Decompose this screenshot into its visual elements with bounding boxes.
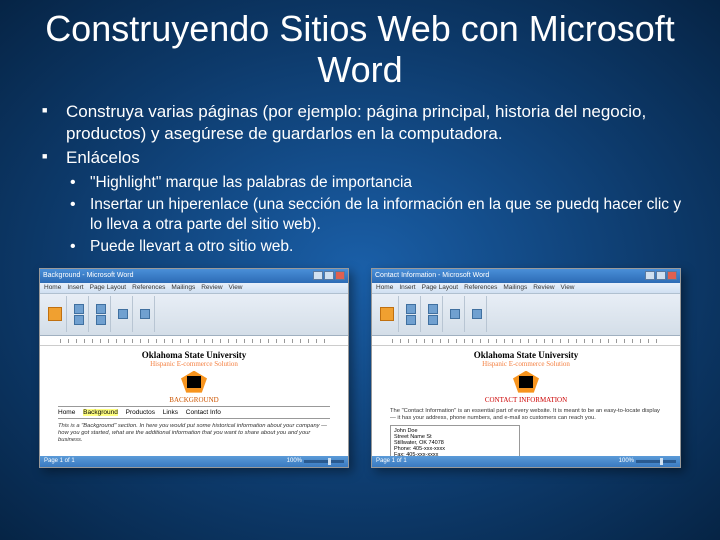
doc-section: BACKGROUND [58, 396, 330, 404]
window-controls [313, 271, 345, 280]
titlebar: Contact Information - Microsoft Word [372, 269, 680, 283]
nav-home: Home [58, 409, 75, 416]
window-controls [645, 271, 677, 280]
bullet-1: Construya varias páginas (por ejemplo: p… [40, 101, 690, 145]
nav-links: Links [163, 409, 178, 416]
doc-heading: Oklahoma State University [390, 350, 662, 360]
tab-mailings[interactable]: Mailings [171, 284, 195, 291]
styles-icon[interactable] [118, 309, 128, 319]
doc-nav: Home Background Productos Links Contact … [58, 406, 330, 419]
find-icon[interactable] [140, 309, 150, 319]
status-page: Page 1 of 1 [44, 458, 75, 464]
nav-productos: Productos [126, 409, 155, 416]
ribbon-tabs: Home Insert Page Layout References Maili… [372, 283, 680, 294]
bold-icon[interactable] [406, 315, 416, 325]
tab-references[interactable]: References [464, 284, 497, 291]
slide-title: Construyendo Sitios Web con Microsoft Wo… [0, 0, 720, 101]
find-icon[interactable] [472, 309, 482, 319]
tab-home[interactable]: Home [44, 284, 61, 291]
zoom-control[interactable]: 100% [619, 458, 676, 464]
font-icon[interactable] [74, 304, 84, 314]
word-window-right: Contact Information - Microsoft Word Hom… [371, 268, 681, 468]
status-bar: Page 1 of 1 100% [372, 456, 680, 467]
list-icon[interactable] [428, 315, 438, 325]
ribbon-tabs: Home Insert Page Layout References Maili… [40, 283, 348, 294]
tab-review[interactable]: Review [533, 284, 554, 291]
paste-icon[interactable] [380, 307, 394, 321]
ribbon [40, 294, 348, 336]
sub-bullet-1: "Highlight" marque las palabras de impor… [70, 173, 690, 193]
word-window-left: Background - Microsoft Word Home Insert … [39, 268, 349, 468]
tab-references[interactable]: References [132, 284, 165, 291]
document-area: Oklahoma State University Hispanic E-com… [372, 346, 680, 456]
close-icon[interactable] [335, 271, 345, 280]
minimize-icon[interactable] [313, 271, 323, 280]
tab-insert[interactable]: Insert [67, 284, 83, 291]
window-title: Contact Information - Microsoft Word [375, 272, 489, 279]
osu-logo-icon [181, 371, 207, 393]
screenshot-row: Background - Microsoft Word Home Insert … [0, 268, 720, 468]
bullet-2: Enlácelos [40, 147, 690, 169]
tab-pagelayout[interactable]: Page Layout [422, 284, 459, 291]
tab-mailings[interactable]: Mailings [503, 284, 527, 291]
main-bullets: Construya varias páginas (por ejemplo: p… [40, 101, 690, 169]
status-bar: Page 1 of 1 100% [40, 456, 348, 467]
minimize-icon[interactable] [645, 271, 655, 280]
sub-bullet-2: Insertar un hiperenlace (una sección de … [70, 195, 690, 235]
sub-bullets: "Highlight" marque las palabras de impor… [40, 173, 690, 258]
ribbon [372, 294, 680, 336]
doc-body-text: This is a "Background" section. In here … [58, 423, 330, 444]
doc-section: CONTACT INFORMATION [390, 396, 662, 404]
contact-box: John Doe Street Name St Stillwater, OK 7… [390, 425, 520, 456]
paste-icon[interactable] [48, 307, 62, 321]
maximize-icon[interactable] [656, 271, 666, 280]
maximize-icon[interactable] [324, 271, 334, 280]
status-page: Page 1 of 1 [376, 458, 407, 464]
document-area: Oklahoma State University Hispanic E-com… [40, 346, 348, 456]
doc-subtitle: Hispanic E-commerce Solution [390, 360, 662, 368]
tab-insert[interactable]: Insert [399, 284, 415, 291]
slide-body: Construya varias páginas (por ejemplo: p… [0, 101, 720, 258]
doc-body-text: The "Contact Information" is an essentia… [390, 408, 662, 422]
align-icon[interactable] [428, 304, 438, 314]
styles-icon[interactable] [450, 309, 460, 319]
tab-home[interactable]: Home [376, 284, 393, 291]
titlebar: Background - Microsoft Word [40, 269, 348, 283]
window-title: Background - Microsoft Word [43, 272, 134, 279]
list-icon[interactable] [96, 315, 106, 325]
zoom-control[interactable]: 100% [287, 458, 344, 464]
tab-review[interactable]: Review [201, 284, 222, 291]
align-icon[interactable] [96, 304, 106, 314]
osu-logo-icon [513, 371, 539, 393]
sub-bullet-3: Puede llevart a otro sitio web. [70, 237, 690, 257]
font-icon[interactable] [406, 304, 416, 314]
close-icon[interactable] [667, 271, 677, 280]
tab-view[interactable]: View [229, 284, 243, 291]
tab-pagelayout[interactable]: Page Layout [90, 284, 127, 291]
doc-heading: Oklahoma State University [58, 350, 330, 360]
bold-icon[interactable] [74, 315, 84, 325]
tab-view[interactable]: View [561, 284, 575, 291]
nav-background: Background [83, 409, 118, 416]
ruler [372, 336, 680, 346]
nav-contact: Contact Info [186, 409, 221, 416]
doc-subtitle: Hispanic E-commerce Solution [58, 360, 330, 368]
ruler [40, 336, 348, 346]
